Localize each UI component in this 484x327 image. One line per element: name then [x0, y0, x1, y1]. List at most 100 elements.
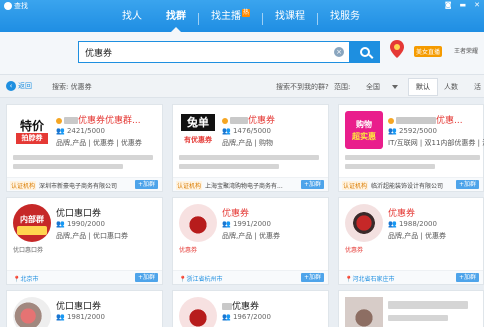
group-tags: IT/互联网 | 双11内部优惠券 | 淘	[388, 139, 484, 147]
member-count: 👥 1990/2000	[56, 220, 105, 228]
group-name[interactable]: 优惠券优惠群...	[56, 113, 141, 126]
app-logo-icon	[4, 2, 12, 10]
member-count-text: 1967/2000	[232, 313, 271, 321]
join-group-button[interactable]: +加群	[300, 273, 324, 282]
redacted-text	[230, 117, 248, 124]
group-card[interactable]: 优惠券 👥 1967/2000	[172, 290, 329, 327]
redacted-text	[396, 117, 436, 124]
back-arrow-icon: ‹	[6, 81, 16, 91]
group-avatar[interactable]: 内部群	[13, 204, 51, 242]
group-name-text: 优惠...	[436, 116, 463, 126]
group-card[interactable]: 兔单 有优惠券 优惠券 👥 1476/5000 品牌,产品 | 购物 认证机构 …	[172, 104, 329, 192]
search-button[interactable]	[350, 41, 380, 63]
card-footer: 📍河北省石家庄市 +加群	[339, 270, 483, 284]
location-text: 河北省石家庄市	[352, 276, 395, 283]
not-found-link[interactable]: 搜索不到我的群?	[276, 82, 329, 92]
join-group-button[interactable]: +加群	[300, 180, 324, 189]
group-name-text: 优惠券	[232, 302, 260, 312]
group-card[interactable]: 购物 超实惠 优惠... 👥 2592/5000 IT/互联网 | 双11内部优…	[338, 104, 484, 192]
sort-people-button[interactable]: 人数	[444, 82, 458, 92]
group-name[interactable]: 优惠券	[222, 113, 275, 126]
redacted-text	[64, 117, 78, 124]
location-text: 浙江省杭州市	[186, 276, 223, 283]
group-name[interactable]: 优惠券	[388, 206, 415, 219]
group-location: 📍浙江省杭州市	[179, 276, 223, 283]
group-avatar[interactable]	[13, 297, 51, 327]
member-count-text: 1990/2000	[66, 220, 105, 228]
redacted-description	[13, 155, 153, 160]
avatar-text: 内部群	[20, 215, 44, 224]
group-name[interactable]: 优惠券	[222, 299, 259, 312]
group-card[interactable]: 特价 拍脖券 优惠券优惠群... 👥 2421/5000 品牌,产品 | 优惠券…	[6, 104, 163, 192]
member-count: 👥 1988/2000	[388, 220, 437, 228]
avatar-text: 兔单	[181, 114, 215, 131]
group-card[interactable]: 内部群 优口惠口券 👥 1990/2000 品牌,产品 | 优口惠口券 优口惠口…	[6, 197, 163, 285]
redacted-text	[388, 301, 468, 309]
sort-default-button[interactable]: 默认	[408, 78, 438, 96]
tab-find-service[interactable]: 找服务	[318, 9, 372, 29]
sort-active-button[interactable]: 活	[474, 82, 481, 92]
group-card[interactable]: 优口惠口券 👥 1981/2000	[6, 290, 163, 327]
group-avatar[interactable]: 兔单 有优惠券	[179, 111, 217, 149]
group-tags: 品牌,产品 | 优惠券 | 优惠券	[56, 139, 142, 147]
location-pin-icon[interactable]	[390, 40, 404, 58]
search-input[interactable]	[85, 42, 325, 62]
minimize-icon[interactable]: ▬	[460, 1, 467, 9]
group-avatar[interactable]	[179, 204, 217, 242]
member-count-text: 1991/2000	[232, 220, 271, 228]
group-tags: 品牌,产品 | 优口惠口券	[56, 232, 129, 240]
group-card[interactable]: 优惠券 👥 1988/2000 品牌,产品 | 优惠券 优惠券 📍河北省石家庄市…	[338, 197, 484, 285]
redacted-text	[222, 303, 232, 310]
card-footer: 📍北京市 +加群	[7, 270, 162, 284]
group-avatar[interactable]	[345, 204, 383, 242]
group-tags: 品牌,产品 | 优惠券	[388, 232, 447, 240]
redacted-text	[388, 315, 448, 321]
range-select[interactable]: 全国	[366, 82, 380, 92]
member-count: 👥 2592/5000	[388, 127, 437, 135]
app-title: 查找	[4, 1, 28, 11]
group-tags: 品牌,产品 | 优惠券	[222, 232, 281, 240]
company-name: 临沂超能装饰设计有限公司	[371, 183, 444, 190]
group-name[interactable]: 优口惠口券	[56, 299, 101, 312]
company-name: 上海宝聚湾购物电子商务有...	[205, 183, 283, 190]
group-name[interactable]: 优惠...	[388, 113, 463, 126]
join-group-button[interactable]: +加群	[455, 180, 479, 189]
group-card[interactable]	[338, 290, 484, 327]
tab-find-people[interactable]: 找人	[110, 9, 154, 29]
tab-find-course[interactable]: 找课程	[263, 9, 317, 29]
group-location: 📍北京市	[13, 276, 39, 283]
member-count-text: 2592/5000	[398, 127, 437, 135]
verified-icon	[222, 117, 228, 124]
back-button[interactable]: ‹ 返回	[6, 81, 32, 91]
tab-find-anchor[interactable]: 找主播热	[199, 9, 262, 29]
group-name[interactable]: 优惠券	[222, 206, 249, 219]
join-group-button[interactable]: +加群	[134, 273, 158, 282]
join-group-button[interactable]: +加群	[134, 180, 158, 189]
avatar-decoration	[17, 226, 47, 235]
member-count-text: 1988/2000	[398, 220, 437, 228]
group-tags: 品牌,产品 | 购物	[222, 139, 274, 147]
group-avatar[interactable]: 特价 拍脖券	[13, 111, 51, 149]
close-icon[interactable]: ✕	[474, 1, 480, 9]
member-count: 👥 1991/2000	[222, 220, 271, 228]
avatar-text: 超实惠	[352, 132, 376, 141]
live-badge[interactable]: 美女直播	[414, 46, 443, 57]
group-avatar[interactable]	[345, 297, 383, 327]
group-avatar[interactable]: 购物 超实惠	[345, 111, 383, 149]
chevron-down-icon[interactable]	[392, 85, 398, 92]
skin-icon[interactable]: ◙	[445, 1, 452, 9]
card-footer: 认证机构 深圳市新豪电子商务有限公司 +加群	[7, 177, 162, 191]
group-name-text: 优惠券	[248, 116, 276, 126]
card-footer: 认证机构 临沂超能装饰设计有限公司 +加群	[339, 177, 483, 191]
member-count-text: 1476/5000	[232, 127, 271, 135]
join-group-button[interactable]: +加群	[455, 273, 479, 282]
avatar-text: 购物	[356, 120, 372, 129]
group-name[interactable]: 优口惠口券	[56, 206, 101, 219]
redacted-description	[179, 164, 279, 169]
tab-find-group[interactable]: 找群	[154, 9, 198, 32]
group-location: 📍河北省石家庄市	[345, 276, 395, 283]
group-card[interactable]: 优惠券 👥 1991/2000 品牌,产品 | 优惠券 优惠券 📍浙江省杭州市 …	[172, 197, 329, 285]
search-icon	[360, 47, 370, 57]
group-avatar[interactable]	[179, 297, 217, 327]
clear-icon[interactable]: ×	[334, 47, 344, 57]
